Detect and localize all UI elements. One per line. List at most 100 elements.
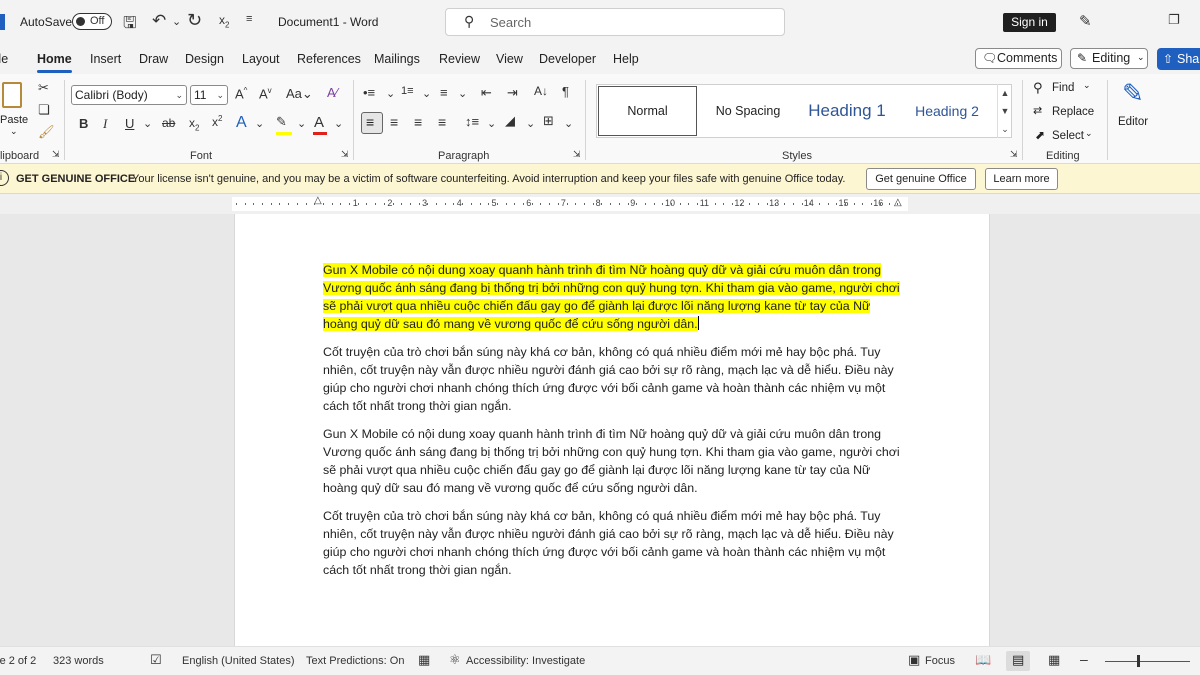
bullets-dropdown-icon[interactable]: ⌄: [386, 87, 395, 100]
paragraph-2[interactable]: Cốt truyện của trò chơi bắn súng này khá…: [323, 343, 905, 415]
editing-mode-button[interactable]: ✎ Editing ⌄: [1070, 48, 1148, 69]
word-count[interactable]: 323 words: [53, 655, 104, 667]
align-center-icon[interactable]: ≡: [390, 114, 398, 130]
line-spacing-dropdown-icon[interactable]: ⌄: [487, 117, 496, 130]
tab-home[interactable]: Home: [37, 52, 72, 66]
indent-marker-icon[interactable]: △: [314, 195, 322, 206]
accessibility-icon[interactable]: ⚛: [449, 652, 461, 668]
zoom-out-icon[interactable]: –: [1080, 651, 1088, 667]
editor-button[interactable]: ✎ Editor: [1112, 78, 1156, 138]
get-genuine-office-button[interactable]: Get genuine Office: [866, 168, 976, 190]
language-indicator[interactable]: English (United States): [182, 655, 295, 667]
customize-toolbar-icon[interactable]: ≡: [246, 13, 252, 25]
print-layout-button[interactable]: ▤: [1006, 651, 1030, 671]
paste-button[interactable]: Paste ⌄: [0, 80, 30, 140]
tab-references[interactable]: References: [297, 52, 361, 66]
autosave-toggle[interactable]: Off: [72, 13, 112, 30]
proofing-icon[interactable]: ☑: [150, 652, 162, 668]
tab-view[interactable]: View: [496, 52, 523, 66]
multilevel-list-icon[interactable]: ≡: [440, 85, 448, 100]
cut-icon[interactable]: ✂: [38, 80, 49, 96]
styles-launcher-icon[interactable]: ⇲: [1010, 149, 1018, 160]
web-layout-icon[interactable]: ▦: [1048, 652, 1060, 668]
tab-mailings[interactable]: Mailings: [374, 52, 420, 66]
macro-icon[interactable]: ▦: [418, 652, 430, 668]
copy-icon[interactable]: ❏: [38, 102, 50, 118]
undo-dropdown-icon[interactable]: ⌄: [172, 15, 181, 28]
read-mode-icon[interactable]: 📖: [975, 652, 991, 668]
paragraph-1[interactable]: Gun X Mobile có nội dung xoay quanh hành…: [323, 261, 905, 333]
gallery-up-icon[interactable]: ▲: [998, 84, 1012, 102]
align-left-button[interactable]: ≡: [361, 112, 383, 134]
bullets-icon[interactable]: •≡: [363, 85, 375, 100]
paragraph-launcher-icon[interactable]: ⇲: [573, 149, 581, 160]
justify-icon[interactable]: ≡: [438, 114, 446, 130]
underline-dropdown-icon[interactable]: ⌄: [143, 117, 152, 130]
tab-developer[interactable]: Developer: [539, 52, 596, 66]
align-right-icon[interactable]: ≡: [414, 114, 422, 130]
text-effects-dropdown-icon[interactable]: ⌄: [255, 117, 264, 130]
tab-review[interactable]: Review: [439, 52, 480, 66]
style-no-spacing[interactable]: No Spacing: [698, 85, 798, 137]
shading-icon[interactable]: ◢: [505, 113, 515, 129]
focus-mode[interactable]: Focus: [925, 655, 955, 667]
document-page[interactable]: Gun X Mobile có nội dung xoay quanh hành…: [234, 214, 990, 646]
numbering-icon[interactable]: 1≡: [401, 85, 414, 97]
paragraph-3[interactable]: Gun X Mobile có nội dung xoay quanh hành…: [323, 425, 905, 497]
learn-more-button[interactable]: Learn more: [985, 168, 1058, 190]
find-button[interactable]: ⚲ Find ⌄: [1033, 80, 1103, 98]
font-color-icon[interactable]: A: [313, 114, 327, 135]
grow-font-icon[interactable]: A^: [235, 86, 247, 101]
focus-icon[interactable]: ▣: [908, 652, 920, 668]
zoom-slider[interactable]: [1105, 661, 1190, 662]
zoom-slider-thumb[interactable]: [1137, 655, 1140, 667]
strikethrough-icon[interactable]: ab: [162, 116, 175, 130]
page-count[interactable]: Page 2 of 2: [0, 655, 36, 667]
highlighted-text[interactable]: Gun X Mobile có nội dung xoay quanh hành…: [323, 263, 900, 331]
show-formatting-icon[interactable]: ¶: [562, 84, 569, 99]
font-launcher-icon[interactable]: ⇲: [341, 149, 349, 160]
borders-dropdown-icon[interactable]: ⌄: [564, 117, 573, 130]
undo-icon[interactable]: ↶: [152, 11, 166, 31]
clipboard-launcher-icon[interactable]: ⇲: [52, 149, 60, 160]
subscript-icon[interactable]: x2: [189, 116, 199, 132]
paragraph-4[interactable]: Cốt truyện của trò chơi bắn súng này khá…: [323, 507, 905, 579]
highlight-icon[interactable]: ✎: [276, 114, 292, 135]
font-color-dropdown-icon[interactable]: ⌄: [334, 117, 343, 130]
share-button[interactable]: ⇧ Share: [1157, 48, 1200, 70]
restore-window-icon[interactable]: ❐: [1168, 12, 1180, 28]
tab-file[interactable]: File: [0, 52, 8, 66]
text-predictions[interactable]: Text Predictions: On: [306, 655, 404, 667]
borders-icon[interactable]: ⊞: [543, 113, 554, 129]
select-button[interactable]: ⬈ Select ⌄: [1033, 128, 1103, 146]
style-heading-1[interactable]: Heading 1: [799, 85, 895, 137]
italic-icon[interactable]: I: [103, 116, 107, 132]
font-size-box[interactable]: 11 ⌄: [190, 85, 228, 105]
gallery-down-icon[interactable]: ▼: [998, 102, 1012, 120]
font-name-box[interactable]: Calibri (Body) ⌄: [71, 85, 187, 105]
tab-insert[interactable]: Insert: [90, 52, 121, 66]
change-case-icon[interactable]: Aa⌄: [286, 86, 313, 102]
horizontal-ruler[interactable]: △ △ 12345678910111213141516: [0, 194, 1200, 214]
save-icon[interactable]: 🖫: [123, 12, 137, 39]
gallery-more-icon[interactable]: ⌄: [998, 120, 1012, 138]
underline-icon[interactable]: U: [125, 116, 134, 131]
numbering-dropdown-icon[interactable]: ⌄: [422, 87, 431, 100]
shrink-font-icon[interactable]: Av: [259, 86, 272, 101]
search-box[interactable]: ⚲ Search: [445, 8, 785, 36]
line-spacing-icon[interactable]: ↕≡: [465, 114, 479, 129]
multilevel-dropdown-icon[interactable]: ⌄: [458, 87, 467, 100]
sign-in-button[interactable]: Sign in: [1003, 13, 1056, 32]
style-heading-2[interactable]: Heading 2: [897, 85, 997, 137]
tab-design[interactable]: Design: [185, 52, 224, 66]
text-effects-icon[interactable]: A: [236, 114, 247, 132]
sort-icon[interactable]: A↓: [534, 84, 548, 98]
tab-layout[interactable]: Layout: [242, 52, 280, 66]
tab-draw[interactable]: Draw: [139, 52, 168, 66]
comments-button[interactable]: 🗨 Comments: [975, 48, 1062, 69]
style-normal[interactable]: Normal: [598, 86, 697, 136]
highlight-dropdown-icon[interactable]: ⌄: [297, 117, 306, 130]
tab-help[interactable]: Help: [613, 52, 639, 66]
subscript-icon[interactable]: x2: [219, 13, 229, 29]
replace-button[interactable]: ⇄ Replace: [1033, 104, 1103, 122]
